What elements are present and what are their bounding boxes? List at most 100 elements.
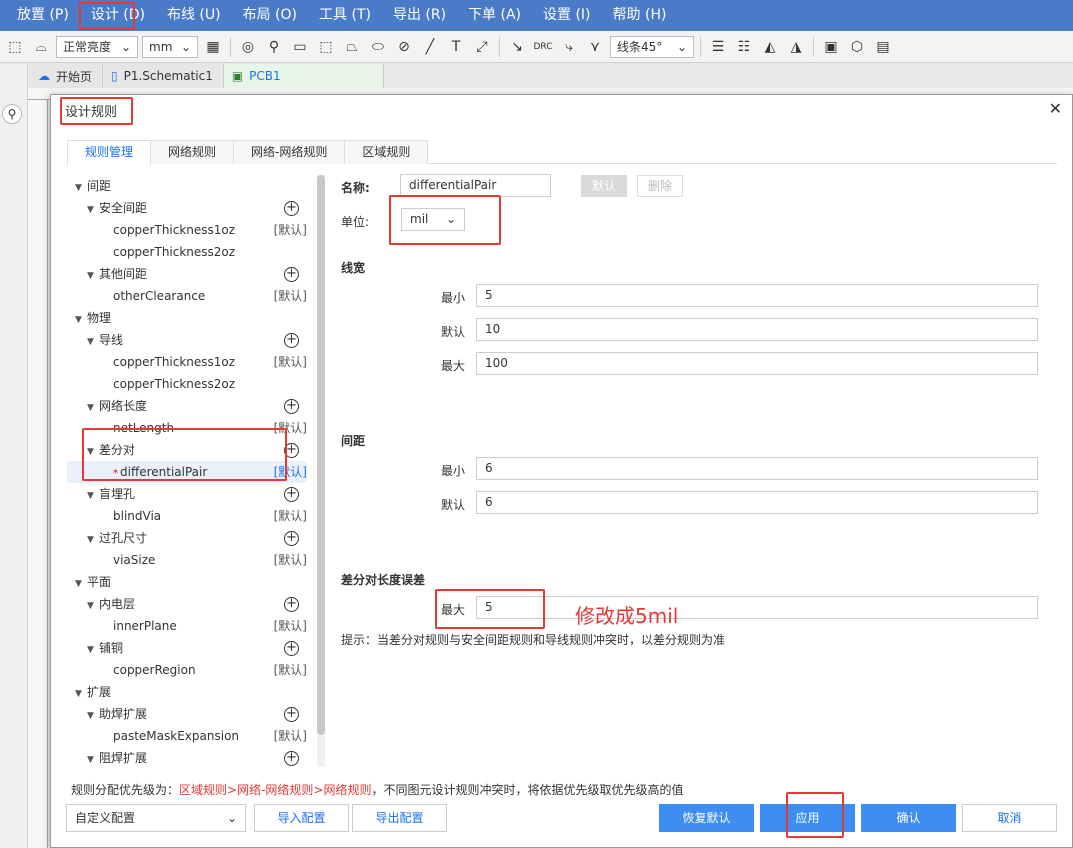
menu-order[interactable]: 下单 (A) — [457, 0, 532, 31]
add-rule-icon[interactable]: + — [284, 531, 299, 546]
tab-start-page[interactable]: ☁ 开始页 — [30, 64, 104, 88]
close-icon[interactable]: ✕ — [1049, 99, 1062, 118]
image-icon[interactable]: ▤ — [872, 36, 894, 58]
tree-category[interactable]: ▼ 助焊扩展 + — [67, 703, 307, 725]
caret-down-icon[interactable]: ▼ — [87, 529, 99, 551]
caret-down-icon[interactable]: ▼ — [87, 199, 99, 221]
rule-name-input[interactable]: differentialPair — [400, 174, 551, 197]
unit-dropdown[interactable]: mil ⌄ — [401, 208, 465, 231]
set-default-button[interactable]: 默认 — [581, 175, 627, 197]
rect-select-icon[interactable]: ▭ — [289, 36, 311, 58]
tab-region-rules[interactable]: 区域规则 — [344, 140, 429, 164]
caret-down-icon[interactable]: ▼ — [75, 309, 87, 331]
flip-h-icon[interactable]: ◭ — [759, 36, 781, 58]
caret-down-icon[interactable]: ▼ — [87, 441, 99, 463]
route-mode-select[interactable]: 线条45° ⌄ — [610, 35, 694, 58]
distribute-icon[interactable]: ☷ — [733, 36, 755, 58]
export-config-button[interactable]: 导出配置 — [352, 804, 447, 832]
tree-scrollbar[interactable] — [317, 175, 325, 767]
tree-category[interactable]: ▼ 网络长度 + — [67, 395, 307, 417]
brightness-icon[interactable]: ⌓ — [30, 36, 52, 58]
flip-v-icon[interactable]: ◮ — [785, 36, 807, 58]
caret-down-icon[interactable]: ▼ — [87, 485, 99, 507]
diff-pair-icon[interactable]: ⋎ — [584, 36, 606, 58]
menu-help[interactable]: 帮助 (H) — [602, 0, 678, 31]
add-rule-icon[interactable]: + — [284, 597, 299, 612]
menu-settings[interactable]: 设置 (I) — [532, 0, 602, 31]
caret-down-icon[interactable]: ▼ — [75, 683, 87, 705]
caret-down-icon[interactable]: ▼ — [87, 331, 99, 353]
line-icon[interactable]: ╱ — [419, 36, 441, 58]
tree-rule-item[interactable]: * differentialPair [默认] — [67, 461, 307, 483]
tree-category[interactable]: ▼ 安全间距 + — [67, 197, 307, 219]
caret-down-icon[interactable]: ▼ — [87, 705, 99, 727]
tree-group[interactable]: ▼ 间距 — [67, 175, 307, 197]
tree-category[interactable]: ▼ 导线 + — [67, 329, 307, 351]
apply-button[interactable]: 应用 — [760, 804, 855, 832]
tab-net-net-rules[interactable]: 网络-网络规则 — [233, 140, 346, 164]
tree-group[interactable]: ▼ 物理 — [67, 307, 307, 329]
tree-category[interactable]: ▼ 内电层 + — [67, 593, 307, 615]
track-icon[interactable]: ⤷ — [558, 36, 580, 58]
cancel-button[interactable]: 取消 — [962, 804, 1057, 832]
tree-category[interactable]: ▼ 盲埋孔 + — [67, 483, 307, 505]
tab-pcb[interactable]: ▣ PCB1 — [223, 64, 384, 88]
tree-rule-item[interactable]: viaSize [默认] — [67, 549, 307, 571]
add-rule-icon[interactable]: + — [284, 443, 299, 458]
tree-rule-item[interactable]: copperRegion [默认] — [67, 659, 307, 681]
tree-category[interactable]: ▼ 阻焊扩展 + — [67, 747, 307, 767]
width-default-input[interactable]: 10 — [476, 318, 1038, 341]
route-icon[interactable]: ↘ — [506, 36, 528, 58]
brightness-select[interactable]: 正常亮度 ⌄ — [56, 35, 138, 58]
grid-icon[interactable]: ▦ — [202, 36, 224, 58]
caret-down-icon[interactable]: ▼ — [87, 639, 99, 661]
drc-icon[interactable]: DRC — [532, 36, 554, 58]
tree-rule-item[interactable]: copperThickness2oz — [67, 373, 307, 395]
tree-rule-item[interactable]: copperThickness1oz [默认] — [67, 219, 307, 241]
tree-category[interactable]: ▼ 差分对 + — [67, 439, 307, 461]
add-rule-icon[interactable]: + — [284, 641, 299, 656]
menu-layout[interactable]: 布局 (O) — [232, 0, 308, 31]
menu-route[interactable]: 布线 (U) — [156, 0, 232, 31]
caret-down-icon[interactable]: ▼ — [87, 265, 99, 287]
gap-min-input[interactable]: 6 — [476, 457, 1038, 480]
view-3d-icon[interactable]: ⬡ — [846, 36, 868, 58]
menu-export[interactable]: 导出 (R) — [382, 0, 457, 31]
unit-select[interactable]: mm ⌄ — [142, 35, 198, 58]
tree-category[interactable]: ▼ 过孔尺寸 + — [67, 527, 307, 549]
add-rule-icon[interactable]: + — [284, 333, 299, 348]
add-rule-icon[interactable]: + — [284, 267, 299, 282]
tab-net-rules[interactable]: 网络规则 — [150, 140, 235, 164]
caret-down-icon[interactable]: ▼ — [75, 177, 87, 199]
restore-default-button[interactable]: 恢复默认 — [659, 804, 754, 832]
tree-rule-item[interactable]: blindVia [默认] — [67, 505, 307, 527]
tree-rule-item[interactable]: pasteMaskExpansion [默认] — [67, 725, 307, 747]
width-max-input[interactable]: 100 — [476, 352, 1038, 375]
add-rule-icon[interactable]: + — [284, 487, 299, 502]
text-icon[interactable]: T — [445, 36, 467, 58]
ellipse-icon[interactable]: ⬭ — [367, 36, 389, 58]
tab-schematic[interactable]: ▯ P1.Schematic1 — [103, 64, 224, 88]
layer-icon[interactable]: ▣ — [820, 36, 842, 58]
tab-rule-management[interactable]: 规则管理 — [67, 140, 152, 165]
tree-rule-item[interactable]: otherClearance [默认] — [67, 285, 307, 307]
add-rule-icon[interactable]: + — [284, 399, 299, 414]
width-min-input[interactable]: 5 — [476, 284, 1038, 307]
caret-down-icon[interactable]: ▼ — [87, 749, 99, 767]
add-rule-icon[interactable]: + — [284, 707, 299, 722]
scrollbar-thumb[interactable] — [317, 175, 325, 735]
import-config-button[interactable]: 导入配置 — [254, 804, 349, 832]
config-select[interactable]: 自定义配置 ⌄ — [66, 804, 246, 832]
delete-button[interactable]: 删除 — [637, 175, 683, 197]
caret-down-icon[interactable]: ▼ — [75, 573, 87, 595]
no-entry-icon[interactable]: ⊘ — [393, 36, 415, 58]
lasso-icon[interactable]: ⬚ — [315, 36, 337, 58]
caret-down-icon[interactable]: ▼ — [87, 595, 99, 617]
menu-tools[interactable]: 工具 (T) — [308, 0, 382, 31]
tree-rule-item[interactable]: copperThickness1oz [默认] — [67, 351, 307, 373]
tree-group[interactable]: ▼ 扩展 — [67, 681, 307, 703]
skew-max-input[interactable]: 5 — [476, 596, 1038, 619]
add-rule-icon[interactable]: + — [284, 201, 299, 216]
tree-rule-item[interactable]: copperThickness2oz — [67, 241, 307, 263]
tree-category[interactable]: ▼ 其他间距 + — [67, 263, 307, 285]
